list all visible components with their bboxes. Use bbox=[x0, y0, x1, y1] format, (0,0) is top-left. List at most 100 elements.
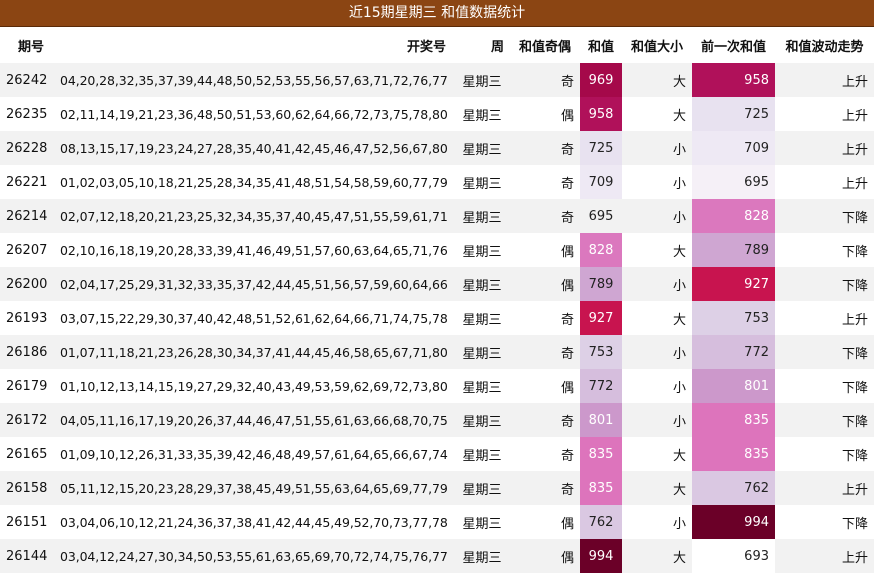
cell-prev-sum: 772 bbox=[692, 335, 775, 369]
cell-week: 星期三 bbox=[454, 403, 510, 437]
cell-size: 小 bbox=[622, 369, 692, 403]
cell-prev-sum: 753 bbox=[692, 301, 775, 335]
cell-issue: 26221 bbox=[0, 165, 54, 199]
header-numbers[interactable]: 开奖号 bbox=[54, 27, 454, 63]
cell-issue: 26172 bbox=[0, 403, 54, 437]
cell-issue: 26207 bbox=[0, 233, 54, 267]
header-trend[interactable]: 和值波动走势 bbox=[775, 27, 874, 63]
cell-numbers: 01,07,11,18,21,23,26,28,30,34,37,41,44,4… bbox=[54, 335, 454, 369]
cell-parity: 偶 bbox=[510, 267, 580, 301]
cell-parity: 奇 bbox=[510, 131, 580, 165]
cell-trend: 上升 bbox=[775, 301, 874, 335]
cell-trend: 下降 bbox=[775, 335, 874, 369]
cell-prev-sum: 762 bbox=[692, 471, 775, 505]
cell-parity: 奇 bbox=[510, 199, 580, 233]
cell-trend: 上升 bbox=[775, 471, 874, 505]
table-row: 26221 01,02,03,05,10,18,21,25,28,34,35,41… bbox=[0, 165, 874, 199]
cell-trend: 上升 bbox=[775, 131, 874, 165]
cell-numbers: 02,07,12,18,20,21,23,25,32,34,35,37,40,4… bbox=[54, 199, 454, 233]
cell-parity: 奇 bbox=[510, 63, 580, 97]
table-body: 26242 04,20,28,32,35,37,39,44,48,50,52,53… bbox=[0, 63, 874, 573]
cell-numbers: 03,07,15,22,29,30,37,40,42,48,51,52,61,6… bbox=[54, 301, 454, 335]
cell-week: 星期三 bbox=[454, 505, 510, 539]
cell-prev-sum: 927 bbox=[692, 267, 775, 301]
cell-issue: 26144 bbox=[0, 539, 54, 573]
cell-size: 小 bbox=[622, 403, 692, 437]
header-prev-sum[interactable]: 前一次和值 bbox=[692, 27, 775, 63]
cell-week: 星期三 bbox=[454, 369, 510, 403]
cell-trend: 上升 bbox=[775, 539, 874, 573]
table-row: 26200 02,04,17,25,29,31,32,33,35,37,42,44… bbox=[0, 267, 874, 301]
cell-numbers: 02,04,17,25,29,31,32,33,35,37,42,44,45,5… bbox=[54, 267, 454, 301]
cell-issue: 26179 bbox=[0, 369, 54, 403]
cell-trend: 上升 bbox=[775, 165, 874, 199]
cell-sum: 835 bbox=[580, 471, 622, 505]
cell-size: 大 bbox=[622, 471, 692, 505]
header-sum[interactable]: 和值 bbox=[580, 27, 622, 63]
table-row: 26158 05,11,12,15,20,23,28,29,37,38,45,49… bbox=[0, 471, 874, 505]
table-row: 26228 08,13,15,17,19,23,24,27,28,35,40,41… bbox=[0, 131, 874, 165]
cell-week: 星期三 bbox=[454, 267, 510, 301]
cell-parity: 奇 bbox=[510, 437, 580, 471]
cell-size: 小 bbox=[622, 335, 692, 369]
cell-week: 星期三 bbox=[454, 165, 510, 199]
cell-sum: 772 bbox=[580, 369, 622, 403]
cell-sum: 801 bbox=[580, 403, 622, 437]
cell-sum: 709 bbox=[580, 165, 622, 199]
cell-prev-sum: 725 bbox=[692, 97, 775, 131]
header-size[interactable]: 和值大小 bbox=[622, 27, 692, 63]
cell-size: 小 bbox=[622, 165, 692, 199]
cell-size: 小 bbox=[622, 199, 692, 233]
header-issue[interactable]: 期号 bbox=[0, 27, 54, 63]
table-row: 26186 01,07,11,18,21,23,26,28,30,34,37,41… bbox=[0, 335, 874, 369]
cell-issue: 26235 bbox=[0, 97, 54, 131]
cell-prev-sum: 958 bbox=[692, 63, 775, 97]
cell-issue: 26214 bbox=[0, 199, 54, 233]
cell-sum: 969 bbox=[580, 63, 622, 97]
cell-size: 大 bbox=[622, 437, 692, 471]
cell-trend: 上升 bbox=[775, 63, 874, 97]
cell-numbers: 01,09,10,12,26,31,33,35,39,42,46,48,49,5… bbox=[54, 437, 454, 471]
cell-sum: 828 bbox=[580, 233, 622, 267]
cell-week: 星期三 bbox=[454, 539, 510, 573]
table-row: 26193 03,07,15,22,29,30,37,40,42,48,51,52… bbox=[0, 301, 874, 335]
cell-trend: 下降 bbox=[775, 233, 874, 267]
cell-sum: 927 bbox=[580, 301, 622, 335]
cell-prev-sum: 789 bbox=[692, 233, 775, 267]
header-week[interactable]: 周 bbox=[454, 27, 510, 63]
cell-parity: 偶 bbox=[510, 369, 580, 403]
cell-numbers: 04,05,11,16,17,19,20,26,37,44,46,47,51,5… bbox=[54, 403, 454, 437]
cell-parity: 奇 bbox=[510, 403, 580, 437]
header-row: 期号 开奖号 周 和值奇偶 和值 和值大小 前一次和值 和值波动走势 bbox=[0, 27, 874, 63]
cell-week: 星期三 bbox=[454, 335, 510, 369]
cell-parity: 偶 bbox=[510, 97, 580, 131]
cell-issue: 26186 bbox=[0, 335, 54, 369]
cell-week: 星期三 bbox=[454, 63, 510, 97]
cell-sum: 725 bbox=[580, 131, 622, 165]
cell-size: 大 bbox=[622, 301, 692, 335]
cell-trend: 下降 bbox=[775, 437, 874, 471]
table-row: 26151 03,04,06,10,12,21,24,36,37,38,41,42… bbox=[0, 505, 874, 539]
cell-week: 星期三 bbox=[454, 437, 510, 471]
cell-parity: 偶 bbox=[510, 539, 580, 573]
cell-sum: 835 bbox=[580, 437, 622, 471]
table-title: 近15期星期三 和值数据统计 bbox=[0, 0, 874, 27]
cell-size: 小 bbox=[622, 267, 692, 301]
header-parity[interactable]: 和值奇偶 bbox=[510, 27, 580, 63]
cell-sum: 994 bbox=[580, 539, 622, 573]
cell-issue: 26242 bbox=[0, 63, 54, 97]
cell-trend: 上升 bbox=[775, 97, 874, 131]
cell-parity: 奇 bbox=[510, 301, 580, 335]
table-header: 期号 开奖号 周 和值奇偶 和值 和值大小 前一次和值 和值波动走势 bbox=[0, 27, 874, 63]
cell-week: 星期三 bbox=[454, 301, 510, 335]
cell-sum: 753 bbox=[580, 335, 622, 369]
table-row: 26165 01,09,10,12,26,31,33,35,39,42,46,48… bbox=[0, 437, 874, 471]
table-row: 26235 02,11,14,19,21,23,36,48,50,51,53,60… bbox=[0, 97, 874, 131]
cell-week: 星期三 bbox=[454, 199, 510, 233]
cell-size: 小 bbox=[622, 505, 692, 539]
cell-sum: 789 bbox=[580, 267, 622, 301]
cell-numbers: 03,04,06,10,12,21,24,36,37,38,41,42,44,4… bbox=[54, 505, 454, 539]
cell-trend: 下降 bbox=[775, 369, 874, 403]
cell-size: 大 bbox=[622, 97, 692, 131]
cell-trend: 下降 bbox=[775, 505, 874, 539]
